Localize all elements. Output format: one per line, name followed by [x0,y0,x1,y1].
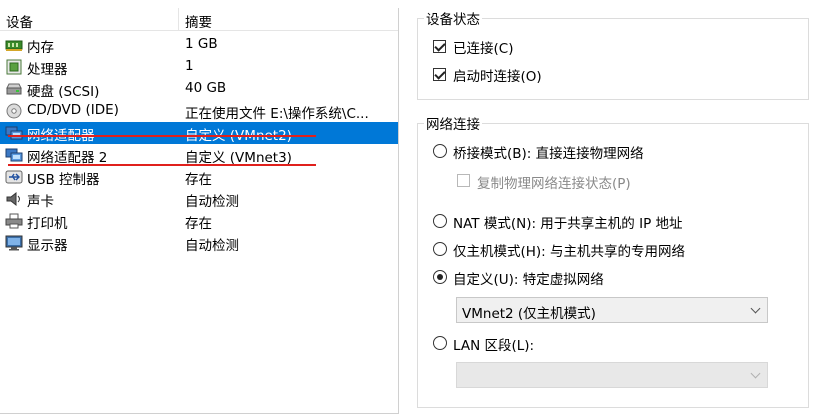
device-name: 网络适配器 [27,128,95,144]
connect-at-power-on-label[interactable]: 启动时连接(O) [453,65,542,85]
device-summary: 自动检测 [185,238,239,254]
device-row-display[interactable]: 显示器 自动检测 [0,232,398,254]
device-row-cd-dvd[interactable]: CD/DVD (IDE) 正在使用文件 E:\操作系统\C... [0,100,398,122]
device-summary: 自定义 (VMnet2) [185,128,292,144]
display-icon [5,235,23,251]
device-row-network-adapter-2[interactable]: 网络适配器 2 自定义 (VMnet3) [0,144,398,166]
device-row-processor[interactable]: 处理器 1 [0,56,398,78]
network-connection-title: 网络连接 [424,113,482,133]
cd-dvd-icon [5,103,23,119]
device-status-group [417,18,809,100]
annotation-underline [8,135,316,137]
device-name: CD/DVD (IDE) [27,102,119,118]
column-header-summary[interactable]: 摘要 [185,11,212,31]
device-name: 内存 [27,40,54,56]
device-row-printer[interactable]: 打印机 存在 [0,210,398,232]
custom-network-value: VMnet2 (仅主机模式) [462,306,596,322]
device-name: USB 控制器 [27,172,100,188]
device-name: 网络适配器 2 [27,150,108,166]
device-list-header: 设备 摘要 [0,8,398,31]
device-name: 处理器 [27,62,68,78]
device-name: 打印机 [27,216,68,232]
custom-label[interactable]: 自定义(U): 特定虚拟网络 [453,268,604,288]
host-only-radio[interactable] [433,242,447,256]
device-list: 设备 摘要 内存 1 GB 处理器 1 硬盘 (SCSI) 40 GB CD/D… [0,8,399,414]
device-name: 显示器 [27,238,68,254]
device-summary: 存在 [185,172,212,188]
memory-icon [5,37,23,53]
annotation-underline [8,164,316,166]
nat-radio[interactable] [433,214,447,228]
custom-radio[interactable] [433,270,447,284]
device-summary: 自动检测 [185,194,239,210]
device-row-hard-disk[interactable]: 硬盘 (SCSI) 40 GB [0,78,398,100]
nat-label[interactable]: NAT 模式(N): 用于共享主机的 IP 地址 [453,212,683,232]
device-row-memory[interactable]: 内存 1 GB [0,34,398,56]
replicate-state-checkbox[interactable] [457,174,470,187]
chevron-down-icon [750,303,761,314]
device-name: 声卡 [27,194,54,210]
network-adapter-icon [5,147,23,163]
bridged-label[interactable]: 桥接模式(B): 直接连接物理网络 [453,142,644,162]
device-row-usb-controller[interactable]: USB 控制器 存在 [0,166,398,188]
chevron-down-icon [750,368,761,379]
device-summary: 1 [185,58,194,74]
connected-label[interactable]: 已连接(C) [453,37,513,57]
sound-card-icon [5,191,23,207]
device-name: 硬盘 (SCSI) [27,84,100,100]
host-only-label[interactable]: 仅主机模式(H): 与主机共享的专用网络 [453,240,685,260]
lan-segment-radio[interactable] [433,336,447,350]
network-adapter-icon [5,125,23,141]
device-summary: 自定义 (VMnet3) [185,150,292,166]
replicate-state-label[interactable]: 复制物理网络连接状态(P) [477,172,631,192]
device-summary: 正在使用文件 E:\操作系统\C... [185,106,369,122]
device-summary: 存在 [185,216,212,232]
device-row-sound-card[interactable]: 声卡 自动检测 [0,188,398,210]
device-status-title: 设备状态 [424,8,482,28]
bridged-radio[interactable] [433,144,447,158]
column-header-device[interactable]: 设备 [6,11,33,31]
custom-network-select[interactable]: VMnet2 (仅主机模式) [456,297,768,323]
lan-segment-label[interactable]: LAN 区段(L): [453,334,534,354]
device-row-network-adapter[interactable]: 网络适配器 自定义 (VMnet2) [0,122,398,144]
connect-at-power-on-checkbox[interactable] [433,68,446,81]
device-summary: 1 GB [185,36,218,52]
printer-icon [5,213,23,229]
processor-icon [5,59,23,75]
lan-segment-select[interactable] [456,362,768,388]
device-summary: 40 GB [185,80,227,96]
usb-icon [5,169,23,185]
connected-checkbox[interactable] [433,40,446,53]
hard-disk-icon [5,81,23,97]
